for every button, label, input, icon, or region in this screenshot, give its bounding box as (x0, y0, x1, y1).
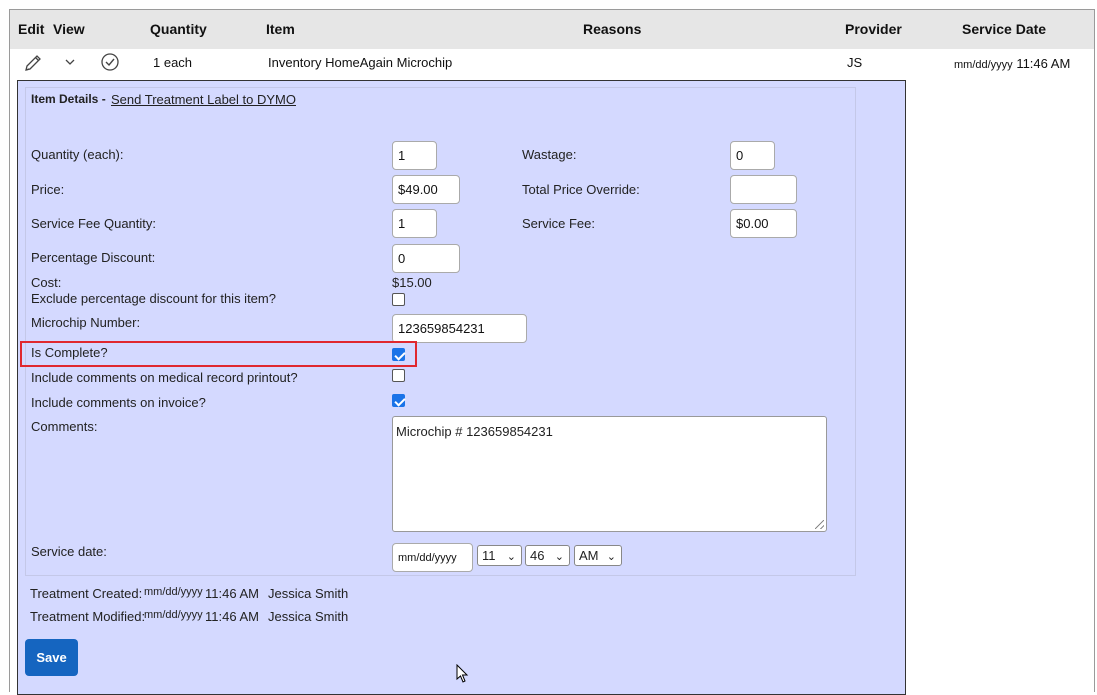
hour-select[interactable]: 11 ⌄ (477, 545, 522, 566)
service-fee-qty-label: Service Fee Quantity: (31, 216, 156, 231)
comments-text: Microchip # 123659854231 (396, 424, 553, 439)
modified-label: Treatment Modified: (30, 609, 146, 624)
save-button[interactable]: Save (25, 639, 78, 676)
cost-value: $15.00 (392, 275, 432, 290)
created-date: mm/dd/yyyy (144, 586, 203, 598)
created-time: 11:46 AM (205, 586, 259, 601)
header-reasons[interactable]: Reasons (583, 21, 641, 37)
exclude-discount-label: Exclude percentage discount for this ite… (31, 291, 276, 306)
ampm-select[interactable]: AM ⌄ (574, 545, 622, 566)
pct-discount-label: Percentage Discount: (31, 250, 156, 265)
item-details-title: Item Details - (31, 92, 106, 106)
include-medical-checkbox[interactable] (392, 369, 405, 382)
price-input[interactable]: $49.00 (392, 175, 460, 204)
row-provider: JS (847, 55, 863, 70)
quantity-input[interactable]: 1 (392, 141, 437, 170)
wastage-label: Wastage: (522, 147, 577, 162)
total-override-label: Total Price Override: (522, 182, 640, 197)
modified-time: 11:46 AM (205, 609, 259, 624)
include-invoice-label: Include comments on invoice? (31, 395, 206, 410)
cost-label: Cost: (31, 275, 62, 290)
dymo-link[interactable]: Send Treatment Label to DYMO (111, 92, 296, 107)
microchip-label: Microchip Number: (31, 315, 141, 330)
minute-select[interactable]: 46 ⌄ (525, 545, 570, 566)
exclude-discount-checkbox[interactable] (392, 293, 405, 306)
quantity-label: Quantity (each): (31, 147, 124, 162)
service-fee-label: Service Fee: (522, 216, 595, 231)
resize-grip-icon[interactable] (815, 520, 824, 529)
header-view: View (53, 21, 85, 37)
created-by: Jessica Smith (268, 586, 349, 601)
check-circle-icon[interactable] (100, 52, 120, 72)
chevron-down-icon: ⌄ (606, 551, 616, 563)
chevron-down-icon: ⌄ (506, 551, 516, 563)
chevron-down-icon[interactable] (64, 56, 76, 68)
comments-textarea[interactable]: Microchip # 123659854231 (392, 416, 827, 532)
header-provider[interactable]: Provider (845, 21, 902, 37)
header-edit: Edit (18, 21, 45, 37)
row-quantity: 1 each (153, 55, 193, 70)
microchip-input[interactable]: 123659854231 (392, 314, 527, 343)
modified-by: Jessica Smith (268, 609, 349, 624)
include-medical-label: Include comments on medical record print… (31, 370, 298, 385)
pct-discount-input[interactable]: 0 (392, 244, 460, 273)
wastage-input[interactable]: 0 (730, 141, 775, 170)
service-fee-input[interactable]: $0.00 (730, 209, 797, 238)
service-date-input[interactable]: mm/dd/yyyy (392, 543, 473, 572)
is-complete-checkbox[interactable] (392, 348, 405, 361)
comments-label: Comments: (31, 419, 98, 434)
row-service-date: mm/dd/yyyy 11:46 AM (954, 56, 1071, 71)
modified-date: mm/dd/yyyy (144, 609, 203, 621)
service-fee-qty-input[interactable]: 1 (392, 209, 437, 238)
created-label: Treatment Created: (30, 586, 143, 601)
price-label: Price: (31, 182, 65, 197)
row-item: Inventory HomeAgain Microchip (268, 55, 453, 70)
header-item[interactable]: Item (266, 21, 295, 37)
include-invoice-checkbox[interactable] (392, 394, 405, 407)
pencil-icon[interactable] (22, 52, 44, 74)
is-complete-label: Is Complete? (31, 345, 108, 360)
service-date-label: Service date: (31, 544, 107, 559)
chevron-down-icon: ⌄ (554, 551, 564, 563)
total-override-input[interactable] (730, 175, 797, 204)
mouse-pointer-icon (456, 664, 469, 683)
header-quantity[interactable]: Quantity (150, 21, 207, 37)
header-service-date[interactable]: Service Date (962, 21, 1046, 37)
